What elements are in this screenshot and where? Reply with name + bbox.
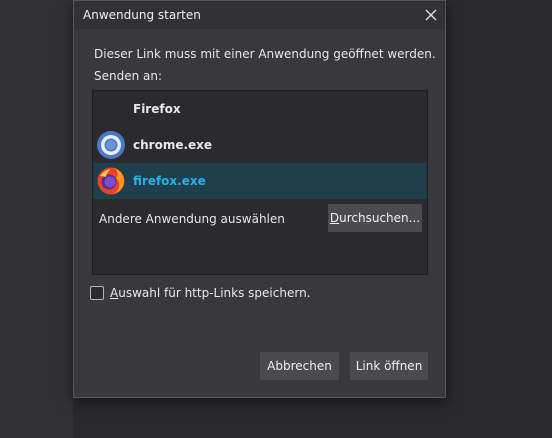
cancel-button[interactable]: Abbrechen xyxy=(260,352,339,380)
launch-application-dialog: Anwendung starten Dieser Link muss mit e… xyxy=(73,0,446,398)
app-label: chrome.exe xyxy=(133,138,213,152)
app-label: firefox.exe xyxy=(133,174,206,188)
access-key: A xyxy=(110,286,119,300)
firefox-icon xyxy=(97,167,125,195)
open-link-button[interactable]: Link öffnen xyxy=(350,352,428,380)
application-list[interactable]: Firefox chrome.exe firefox.exe Andere An… xyxy=(92,90,428,275)
button-label: urchsuchen... xyxy=(339,211,421,225)
remember-choice-checkbox[interactable] xyxy=(90,286,104,300)
background-panel xyxy=(0,0,73,438)
list-item-firefox[interactable]: firefox.exe xyxy=(93,163,427,199)
list-item-chrome[interactable]: chrome.exe xyxy=(93,127,427,163)
other-application-label: Andere Anwendung auswählen xyxy=(99,212,285,226)
browse-button[interactable]: Durchsuchen... xyxy=(328,204,422,232)
chrome-icon xyxy=(97,131,125,159)
dialog-titlebar: Anwendung starten xyxy=(74,1,445,29)
close-button[interactable] xyxy=(419,3,443,27)
dialog-message: Dieser Link muss mit einer Anwendung geö… xyxy=(94,47,436,61)
remember-choice-label[interactable]: Auswahl für http-Links speichern. xyxy=(110,286,311,300)
send-to-label: Senden an: xyxy=(94,69,163,83)
dialog-title: Anwendung starten xyxy=(83,8,201,22)
access-key: D xyxy=(329,211,340,225)
checkbox-label-text: uswahl für http-Links speichern. xyxy=(118,286,311,300)
close-icon xyxy=(425,9,437,21)
list-header: Firefox xyxy=(133,102,181,116)
